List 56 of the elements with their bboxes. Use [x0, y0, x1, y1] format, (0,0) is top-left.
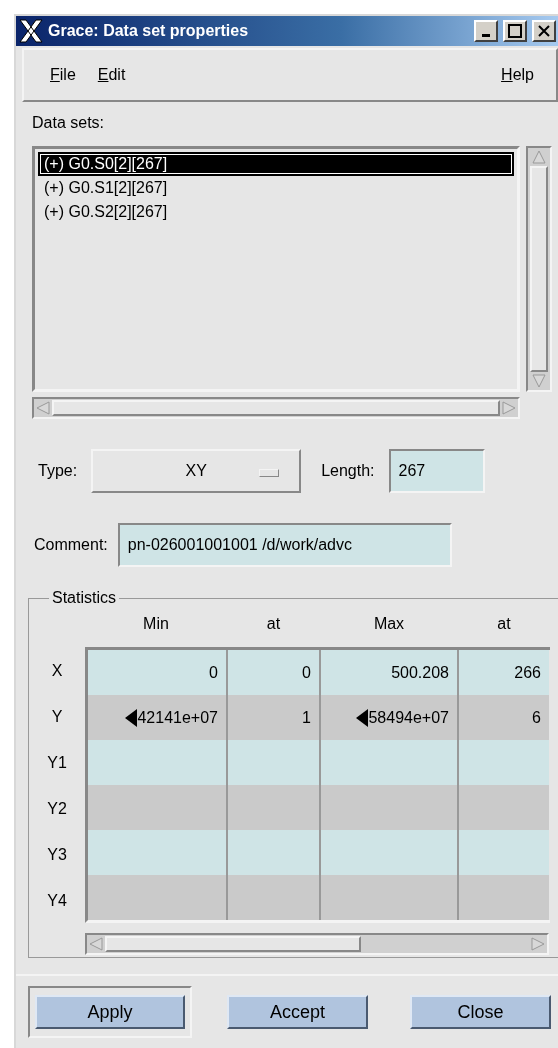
scrollbar-thumb[interactable]: [530, 166, 548, 372]
scroll-right-icon[interactable]: [502, 401, 516, 415]
scroll-right-icon[interactable]: [531, 937, 545, 951]
dialog-button[interactable]: Close: [410, 995, 551, 1029]
option-indicator-icon: [259, 469, 280, 477]
scrollbar-thumb[interactable]: [52, 400, 500, 416]
column-header: Max: [372, 614, 406, 634]
table-cell: 42141e+07: [88, 695, 228, 740]
scroll-left-icon[interactable]: [89, 937, 103, 951]
table-cell: 1: [228, 695, 321, 740]
close-icon: [537, 24, 551, 38]
list-label: Data sets:: [32, 114, 106, 132]
column-header: Min: [142, 614, 170, 634]
table-cell: 58494e+07: [321, 695, 459, 740]
row-header: Y4: [46, 890, 68, 911]
comment-field[interactable]: pn-026001001001 /d/work/advc: [117, 523, 452, 567]
minimize-icon: [482, 33, 490, 37]
x-logo-icon: [18, 18, 44, 44]
table-cell: 500.208: [321, 650, 459, 695]
scroll-down-icon[interactable]: [532, 374, 546, 388]
list-item[interactable]: (+) G0.S0[2][267]: [38, 152, 514, 176]
row-header: Y2: [46, 798, 68, 819]
horizontal-scrollbar[interactable]: [32, 397, 520, 419]
frame-title: Statistics: [51, 589, 117, 607]
row-header: X: [50, 660, 64, 681]
scroll-left-icon[interactable]: [36, 401, 50, 415]
list-item[interactable]: (+) G0.S2[2][267]: [38, 200, 514, 224]
scroll-up-icon[interactable]: [532, 150, 546, 164]
length-field[interactable]: 267: [388, 449, 485, 493]
row-header: Y1: [46, 752, 68, 773]
horizontal-scrollbar[interactable]: [85, 933, 549, 955]
menu-item[interactable]: Help: [501, 66, 534, 84]
column-header: at: [265, 614, 282, 634]
scrollbar-thumb[interactable]: [105, 936, 361, 952]
type-label: Type:: [38, 462, 78, 480]
type-dropdown[interactable]: XY: [91, 449, 302, 493]
vertical-scrollbar[interactable]: [526, 146, 552, 392]
minimize-button[interactable]: [474, 20, 498, 42]
menu-item[interactable]: Edit: [97, 66, 126, 84]
column-header: at: [496, 614, 512, 634]
length-label: Length:: [321, 462, 375, 480]
row-header: Y3: [46, 844, 68, 865]
maximize-icon: [508, 24, 522, 38]
menu-item[interactable]: File: [50, 66, 76, 84]
table-cell: 266: [459, 650, 549, 695]
window-title: Grace: Data set properties: [48, 22, 250, 40]
comment-label: Comment:: [34, 536, 108, 554]
table-cell: 0: [88, 650, 228, 695]
dialog-button[interactable]: Accept: [227, 995, 368, 1029]
list-item[interactable]: (+) G0.S1[2][267]: [38, 176, 514, 200]
maximize-button[interactable]: [503, 20, 527, 42]
table-cell: 6: [459, 695, 549, 740]
table-cell: 0: [228, 650, 321, 695]
close-button[interactable]: [532, 20, 556, 42]
row-header: Y: [50, 706, 64, 727]
dialog-button[interactable]: Apply: [35, 995, 185, 1029]
